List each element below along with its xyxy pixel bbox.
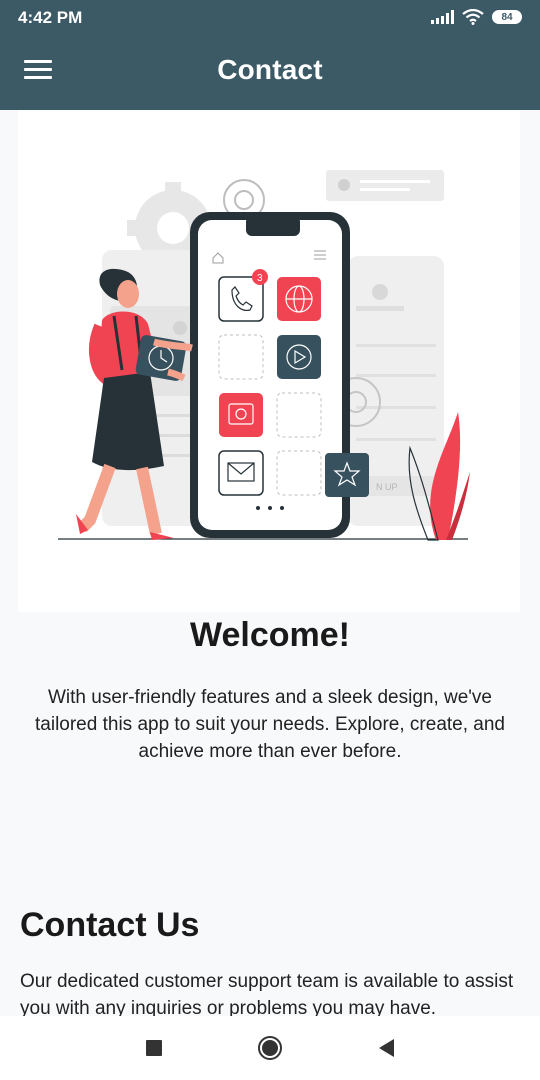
wifi-icon <box>462 9 484 25</box>
welcome-text: With user-friendly features and a sleek … <box>35 687 505 762</box>
battery-icon: 84 <box>492 10 522 24</box>
contact-text: Our dedicated customer support team is a… <box>20 971 514 1019</box>
status-time: 4:42 PM <box>18 8 83 27</box>
partial-button-text: N UP <box>376 482 398 492</box>
notification-badge: 3 <box>257 273 263 284</box>
signal-icon <box>431 10 454 24</box>
system-nav-bar <box>0 1016 540 1080</box>
battery-level: 84 <box>501 11 513 23</box>
video-app-tile <box>277 335 321 379</box>
contact-heading: Contact Us <box>20 906 200 944</box>
app-bar: Contact <box>0 34 540 110</box>
back-triangle-icon[interactable] <box>371 1033 401 1063</box>
camera-app-tile <box>219 393 263 437</box>
welcome-heading: Welcome! <box>190 616 350 654</box>
star-app-tile <box>325 453 369 497</box>
illustration-svg: N UP 3 <box>58 170 470 541</box>
status-bar: 4:42 PM 84 <box>0 0 540 34</box>
mail-app-tile <box>218 450 264 496</box>
status-icons: 84 <box>431 8 522 26</box>
recents-square-icon[interactable] <box>139 1033 169 1063</box>
hero-illustration: N UP 3 <box>18 110 520 612</box>
home-circle-icon[interactable] <box>255 1033 285 1063</box>
page-title: Contact <box>217 54 323 85</box>
